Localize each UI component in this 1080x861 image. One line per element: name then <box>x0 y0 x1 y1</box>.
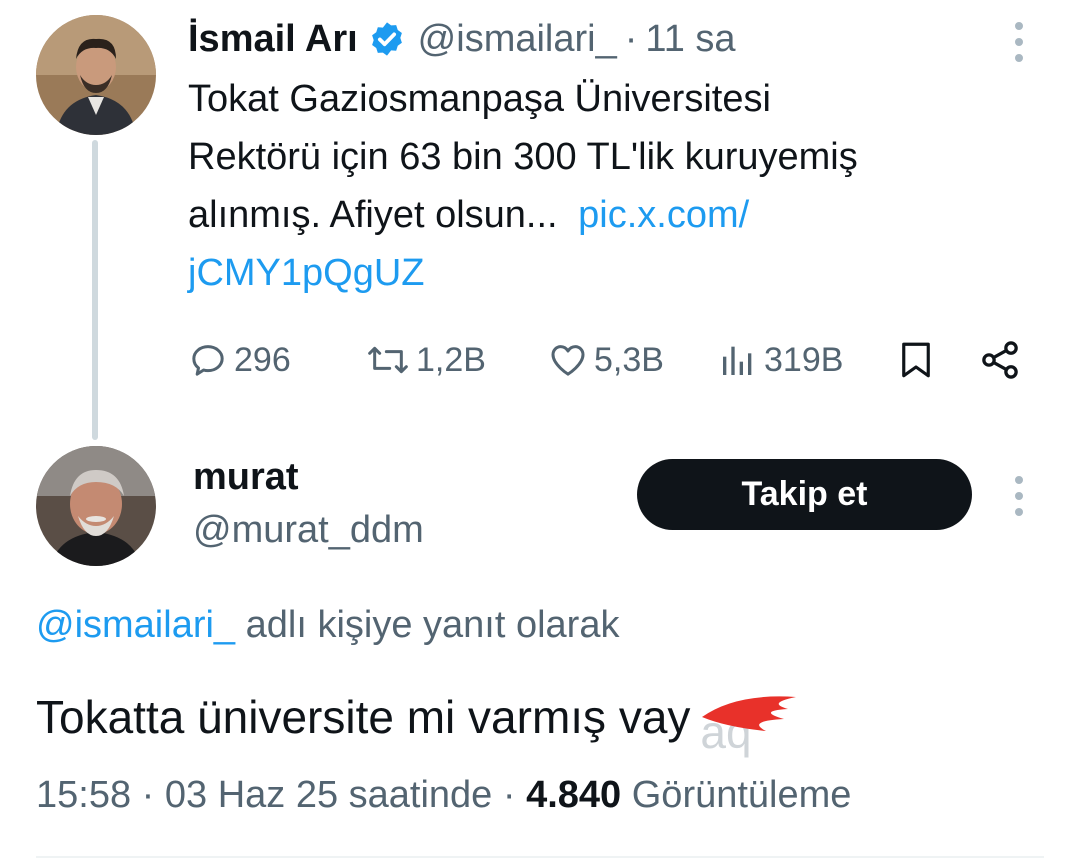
reply-timestamp[interactable]: 15:58 · 03 Haz 25 saatinde · <box>36 774 516 816</box>
view-count: 4.840 <box>526 774 622 816</box>
like-count: 5,3B <box>594 340 664 379</box>
follow-button[interactable]: Takip et <box>637 459 972 530</box>
views-action[interactable]: 319B <box>718 335 843 385</box>
reply-text-row: Tokatta üniversite mi varmış vay aq <box>36 682 800 755</box>
tweet-header: İsmail Arı @ismailari_ · 11 sa <box>188 14 736 64</box>
more-icon[interactable] <box>1015 22 1025 70</box>
more-icon[interactable] <box>1015 476 1025 524</box>
reply-action[interactable]: 296 <box>188 335 291 385</box>
tweet-body: Tokat Gaziosmanpaşa Üniversitesi Rektörü… <box>188 70 1048 302</box>
redaction-scribble: aq <box>700 687 800 755</box>
reply-text: Tokatta üniversite mi varmış vay <box>36 691 691 743</box>
tweet-time[interactable]: 11 sa <box>645 18 735 61</box>
thread-line <box>92 140 98 440</box>
repost-action[interactable]: 1,2B <box>366 335 486 385</box>
view-label: Görüntüleme <box>631 774 852 816</box>
tweet-text-line: Rektörü için 63 bin 300 TL'lik kuruyemiş <box>188 136 858 178</box>
verified-badge-icon <box>368 20 406 58</box>
like-action[interactable]: 5,3B <box>548 335 664 385</box>
reply-context: @ismailari_ adlı kişiye yanıt olarak <box>36 600 619 650</box>
reply-count: 296 <box>234 340 291 379</box>
header-separator: · <box>624 17 638 60</box>
repost-count: 1,2B <box>416 340 486 379</box>
reply-author-name[interactable]: murat <box>193 452 299 502</box>
views-count: 319B <box>764 340 844 379</box>
tweet-text-line: Tokat Gaziosmanpaşa Üniversitesi <box>188 78 771 120</box>
avatar-murat[interactable] <box>36 446 156 566</box>
media-link[interactable]: pic.x.com/ <box>578 194 749 236</box>
reply-meta: 15:58 · 03 Haz 25 saatinde · 4.840 Görün… <box>36 770 851 820</box>
divider <box>36 856 1044 858</box>
like-icon <box>551 345 585 376</box>
tweet-text-fragment: alınmış. Afiyet olsun... <box>188 194 558 236</box>
views-icon <box>723 346 752 375</box>
repost-icon <box>368 346 408 374</box>
tweet-text-line: alınmış. Afiyet olsun... pic.x.com/ <box>188 186 1048 244</box>
reply-to-label: adlı kişiye yanıt olarak <box>245 604 620 646</box>
author-handle[interactable]: @ismailari_ <box>418 18 617 61</box>
share-icon[interactable] <box>978 338 1022 387</box>
media-link-continued[interactable]: jCMY1pQgUZ <box>188 244 1048 302</box>
avatar-ismail[interactable] <box>36 15 156 135</box>
bookmark-icon[interactable] <box>895 338 937 387</box>
reply-icon <box>192 345 224 376</box>
reply-author-handle[interactable]: @murat_ddm <box>193 505 424 555</box>
author-name[interactable]: İsmail Arı <box>188 18 358 61</box>
reply-to-handle[interactable]: @ismailari_ <box>36 604 235 646</box>
